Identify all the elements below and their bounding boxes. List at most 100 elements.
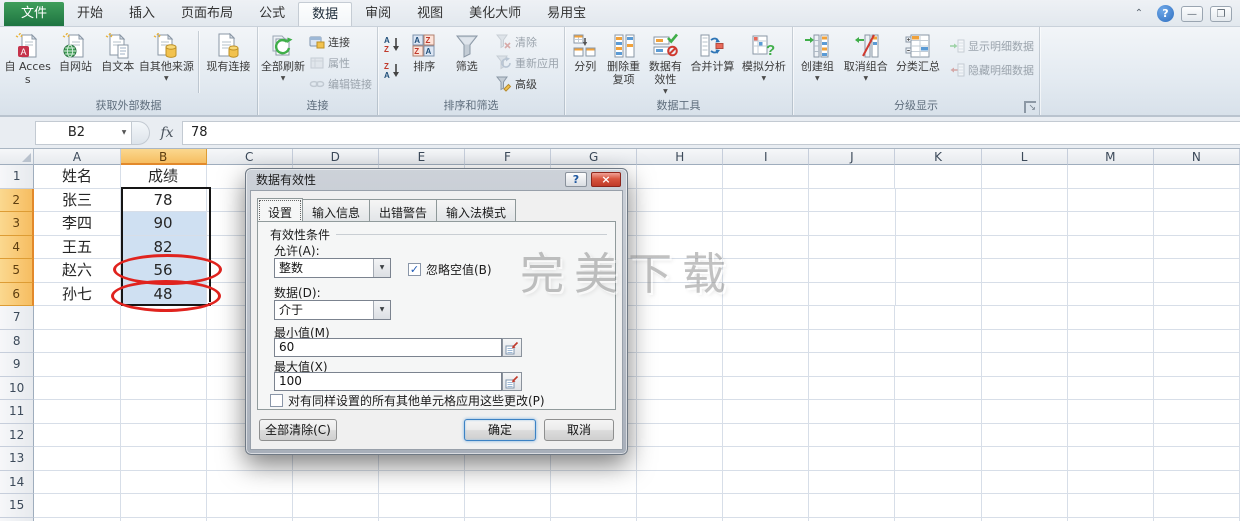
- cell-J9[interactable]: [809, 353, 896, 377]
- cell-M13[interactable]: [1067, 447, 1154, 471]
- subtotal-button[interactable]: 分类汇总: [892, 29, 944, 97]
- filter-button[interactable]: 筛选: [445, 29, 489, 97]
- cell-B4[interactable]: 82: [120, 235, 207, 259]
- column-header-C[interactable]: C: [206, 149, 293, 165]
- cell-N3[interactable]: [1153, 212, 1240, 236]
- cell-K5[interactable]: [895, 259, 982, 283]
- formula-input[interactable]: 78: [182, 120, 1240, 145]
- cell-N10[interactable]: [1153, 376, 1240, 400]
- cell-M8[interactable]: [1067, 329, 1154, 353]
- cell-B3[interactable]: 90: [120, 212, 207, 236]
- cell-H2[interactable]: [637, 188, 724, 212]
- cell-L7[interactable]: [981, 306, 1068, 330]
- cell-I9[interactable]: [723, 353, 810, 377]
- cell-H4[interactable]: [637, 235, 724, 259]
- chevron-down-icon[interactable]: ▼: [373, 259, 390, 277]
- cell-L3[interactable]: [981, 212, 1068, 236]
- column-header-E[interactable]: E: [378, 149, 465, 165]
- cell-M3[interactable]: [1067, 212, 1154, 236]
- column-header-H[interactable]: H: [637, 149, 724, 165]
- connections-button[interactable]: 连接: [306, 33, 375, 51]
- row-header-13[interactable]: 13: [0, 447, 35, 471]
- cell-J13[interactable]: [809, 447, 896, 471]
- tab-view[interactable]: 视图: [404, 2, 456, 26]
- cell-M10[interactable]: [1067, 376, 1154, 400]
- cell-N8[interactable]: [1153, 329, 1240, 353]
- cell-H16[interactable]: [637, 517, 724, 521]
- cell-B12[interactable]: [120, 423, 207, 447]
- cell-A10[interactable]: [34, 376, 121, 400]
- column-header-A[interactable]: A: [34, 149, 121, 165]
- row-header-6[interactable]: 6: [0, 282, 35, 306]
- row-header-2[interactable]: 2: [0, 188, 35, 212]
- cell-H3[interactable]: [637, 212, 724, 236]
- cell-M5[interactable]: [1067, 259, 1154, 283]
- chevron-down-icon[interactable]: ▼: [373, 301, 390, 319]
- cell-B11[interactable]: [120, 400, 207, 424]
- cell-J4[interactable]: [809, 235, 896, 259]
- cell-N13[interactable]: [1153, 447, 1240, 471]
- cell-I11[interactable]: [723, 400, 810, 424]
- minimum-range-select-button[interactable]: [502, 338, 522, 357]
- cell-I1[interactable]: [723, 165, 810, 189]
- cell-A6[interactable]: 孙七: [34, 282, 121, 306]
- cell-K12[interactable]: [895, 423, 982, 447]
- cell-M1[interactable]: [1067, 165, 1154, 189]
- cell-A8[interactable]: [34, 329, 121, 353]
- remove-duplicates-button[interactable]: 删除重复项: [604, 29, 644, 97]
- cell-E15[interactable]: [378, 494, 465, 518]
- minimize-icon[interactable]: —: [1181, 5, 1203, 22]
- cell-I12[interactable]: [723, 423, 810, 447]
- cell-A15[interactable]: [34, 494, 121, 518]
- sort-ascending-button[interactable]: AZ: [380, 35, 404, 53]
- cell-J11[interactable]: [809, 400, 896, 424]
- row-header-4[interactable]: 4: [0, 235, 35, 259]
- cell-C14[interactable]: [206, 470, 293, 494]
- cell-D16[interactable]: [293, 517, 379, 521]
- cell-H12[interactable]: [637, 423, 724, 447]
- column-header-I[interactable]: I: [723, 149, 810, 165]
- name-box-dropdown-icon[interactable]: ▼: [117, 129, 131, 136]
- cell-B1[interactable]: 成绩: [120, 165, 207, 189]
- cell-A1[interactable]: 姓名: [34, 165, 121, 189]
- tab-data[interactable]: 数据: [298, 2, 353, 26]
- cell-I6[interactable]: [723, 282, 810, 306]
- cell-M2[interactable]: [1067, 188, 1154, 212]
- cell-B9[interactable]: [120, 353, 207, 377]
- cell-B15[interactable]: [120, 494, 207, 518]
- cell-J15[interactable]: [809, 494, 896, 518]
- cell-B14[interactable]: [120, 470, 207, 494]
- cell-I8[interactable]: [723, 329, 810, 353]
- cell-K11[interactable]: [895, 400, 982, 424]
- cell-A14[interactable]: [34, 470, 121, 494]
- cell-L14[interactable]: [981, 470, 1068, 494]
- column-header-G[interactable]: G: [551, 149, 638, 165]
- column-header-J[interactable]: J: [809, 149, 896, 165]
- cell-N5[interactable]: [1153, 259, 1240, 283]
- clear-all-button[interactable]: 全部清除(C): [259, 419, 337, 441]
- cell-K4[interactable]: [895, 235, 982, 259]
- from-web-button[interactable]: 自网站: [53, 29, 97, 97]
- from-text-button[interactable]: 自文本: [98, 29, 138, 97]
- dialog-title-bar[interactable]: 数据有效性 ? ×: [246, 169, 627, 190]
- cell-I10[interactable]: [723, 376, 810, 400]
- cell-H7[interactable]: [637, 306, 724, 330]
- cell-H8[interactable]: [637, 329, 724, 353]
- cell-L5[interactable]: [981, 259, 1068, 283]
- tab-file[interactable]: 文件: [4, 2, 65, 26]
- column-header-D[interactable]: D: [292, 149, 379, 165]
- column-header-F[interactable]: F: [464, 149, 552, 165]
- allow-dropdown[interactable]: 整数 ▼: [274, 258, 391, 278]
- tab-home[interactable]: 开始: [64, 2, 116, 26]
- apply-to-all-checkbox[interactable]: 对有同样设置的所有其他单元格应用这些更改(P): [270, 392, 545, 409]
- ignore-blank-checkbox[interactable]: ✓ 忽略空值(B): [408, 261, 492, 278]
- cell-I16[interactable]: [723, 517, 810, 521]
- cell-J7[interactable]: [809, 306, 896, 330]
- row-header-10[interactable]: 10: [0, 376, 35, 400]
- cell-E14[interactable]: [378, 470, 465, 494]
- row-header-3[interactable]: 3: [0, 212, 35, 236]
- cell-N14[interactable]: [1153, 470, 1240, 494]
- cell-J5[interactable]: [809, 259, 896, 283]
- column-header-K[interactable]: K: [895, 149, 982, 165]
- cell-N1[interactable]: [1153, 165, 1240, 189]
